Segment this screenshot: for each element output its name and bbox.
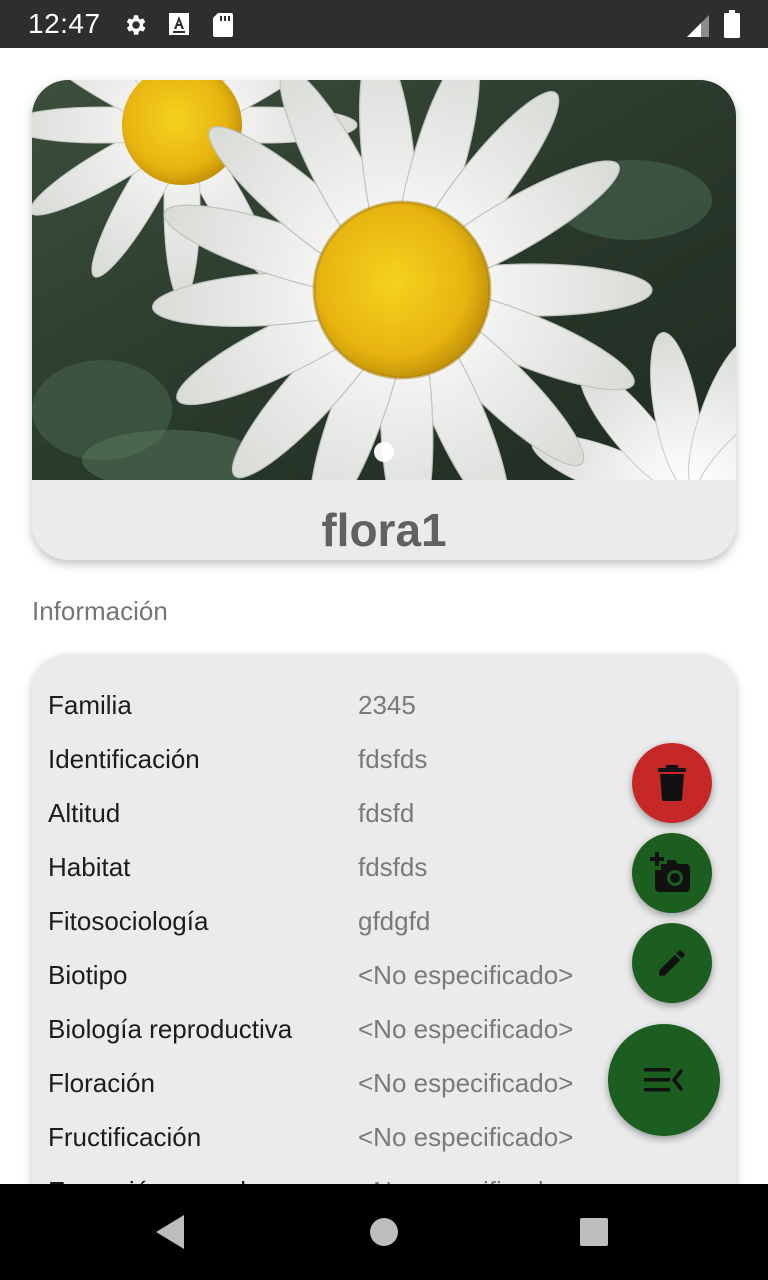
info-row-biotipo: Biotipo <No especificado> xyxy=(32,948,736,1002)
info-key: Floración xyxy=(48,1068,155,1098)
info-key: Fitosociología xyxy=(48,906,209,936)
section-label-informacion: Información xyxy=(32,596,168,626)
info-key: Altitud xyxy=(48,798,121,828)
add-photo-icon xyxy=(650,852,690,892)
text-a-icon xyxy=(169,13,189,35)
status-bar: 12:47 xyxy=(0,0,768,48)
signal-icon xyxy=(687,15,709,37)
info-value: gfdgfd xyxy=(358,906,431,936)
info-value: <No especificado> xyxy=(358,1122,574,1152)
fab-menu-toggle-button[interactable] xyxy=(608,1024,720,1136)
info-key: Fructificación xyxy=(48,1122,202,1152)
info-value: fdsfds xyxy=(358,852,428,882)
info-key: Familia xyxy=(48,690,132,720)
pencil-icon xyxy=(659,950,685,976)
system-nav-bar xyxy=(0,1184,768,1280)
recents-icon[interactable] xyxy=(576,1212,612,1252)
info-row-identificacion: Identificación fdsfds xyxy=(32,732,736,786)
home-icon[interactable] xyxy=(366,1212,402,1252)
info-value: fdsfds xyxy=(358,744,428,774)
info-row-habitat: Habitat fdsfds xyxy=(32,840,736,894)
gear-icon xyxy=(126,15,146,35)
delete-button[interactable] xyxy=(632,743,712,823)
status-time: 12:47 xyxy=(28,8,101,39)
info-key: Expresión sexual xyxy=(48,1164,246,1184)
pager-indicator-dot xyxy=(374,442,394,462)
detail-screen[interactable]: flora1 Información Familia 2345 Identifi… xyxy=(0,48,768,1184)
info-key: Biotipo xyxy=(48,960,128,990)
menu-collapse-icon xyxy=(644,1068,684,1092)
daisy-photo[interactable] xyxy=(32,80,736,480)
info-value: 2345 xyxy=(358,690,416,720)
info-value: <No especificado> xyxy=(358,1164,573,1184)
photo-card: flora1 xyxy=(32,80,736,560)
info-key: Biología reproductiva xyxy=(48,1014,293,1044)
info-value: <No especificado> xyxy=(358,1068,574,1098)
info-value: <No especificado> xyxy=(358,960,574,990)
info-key: Identificación xyxy=(48,744,200,774)
sd-card-icon xyxy=(213,13,233,37)
battery-icon xyxy=(724,10,740,38)
add-photo-button[interactable] xyxy=(632,833,712,913)
info-row-fitosociologia: Fitosociología gfdgfd xyxy=(32,894,736,948)
info-row-expresion-sexual: Expresión sexual <No especificado> xyxy=(32,1164,736,1184)
back-icon[interactable] xyxy=(152,1212,188,1252)
trash-icon xyxy=(658,765,686,801)
info-row-familia: Familia 2345 xyxy=(32,678,736,732)
info-key: Habitat xyxy=(48,852,131,882)
edit-button[interactable] xyxy=(632,923,712,1003)
specimen-title: flora1 xyxy=(321,504,447,556)
info-value: <No especificado> xyxy=(358,1014,574,1044)
info-value: fdsfd xyxy=(358,798,415,828)
info-row-altitud: Altitud fdsfd xyxy=(32,786,736,840)
